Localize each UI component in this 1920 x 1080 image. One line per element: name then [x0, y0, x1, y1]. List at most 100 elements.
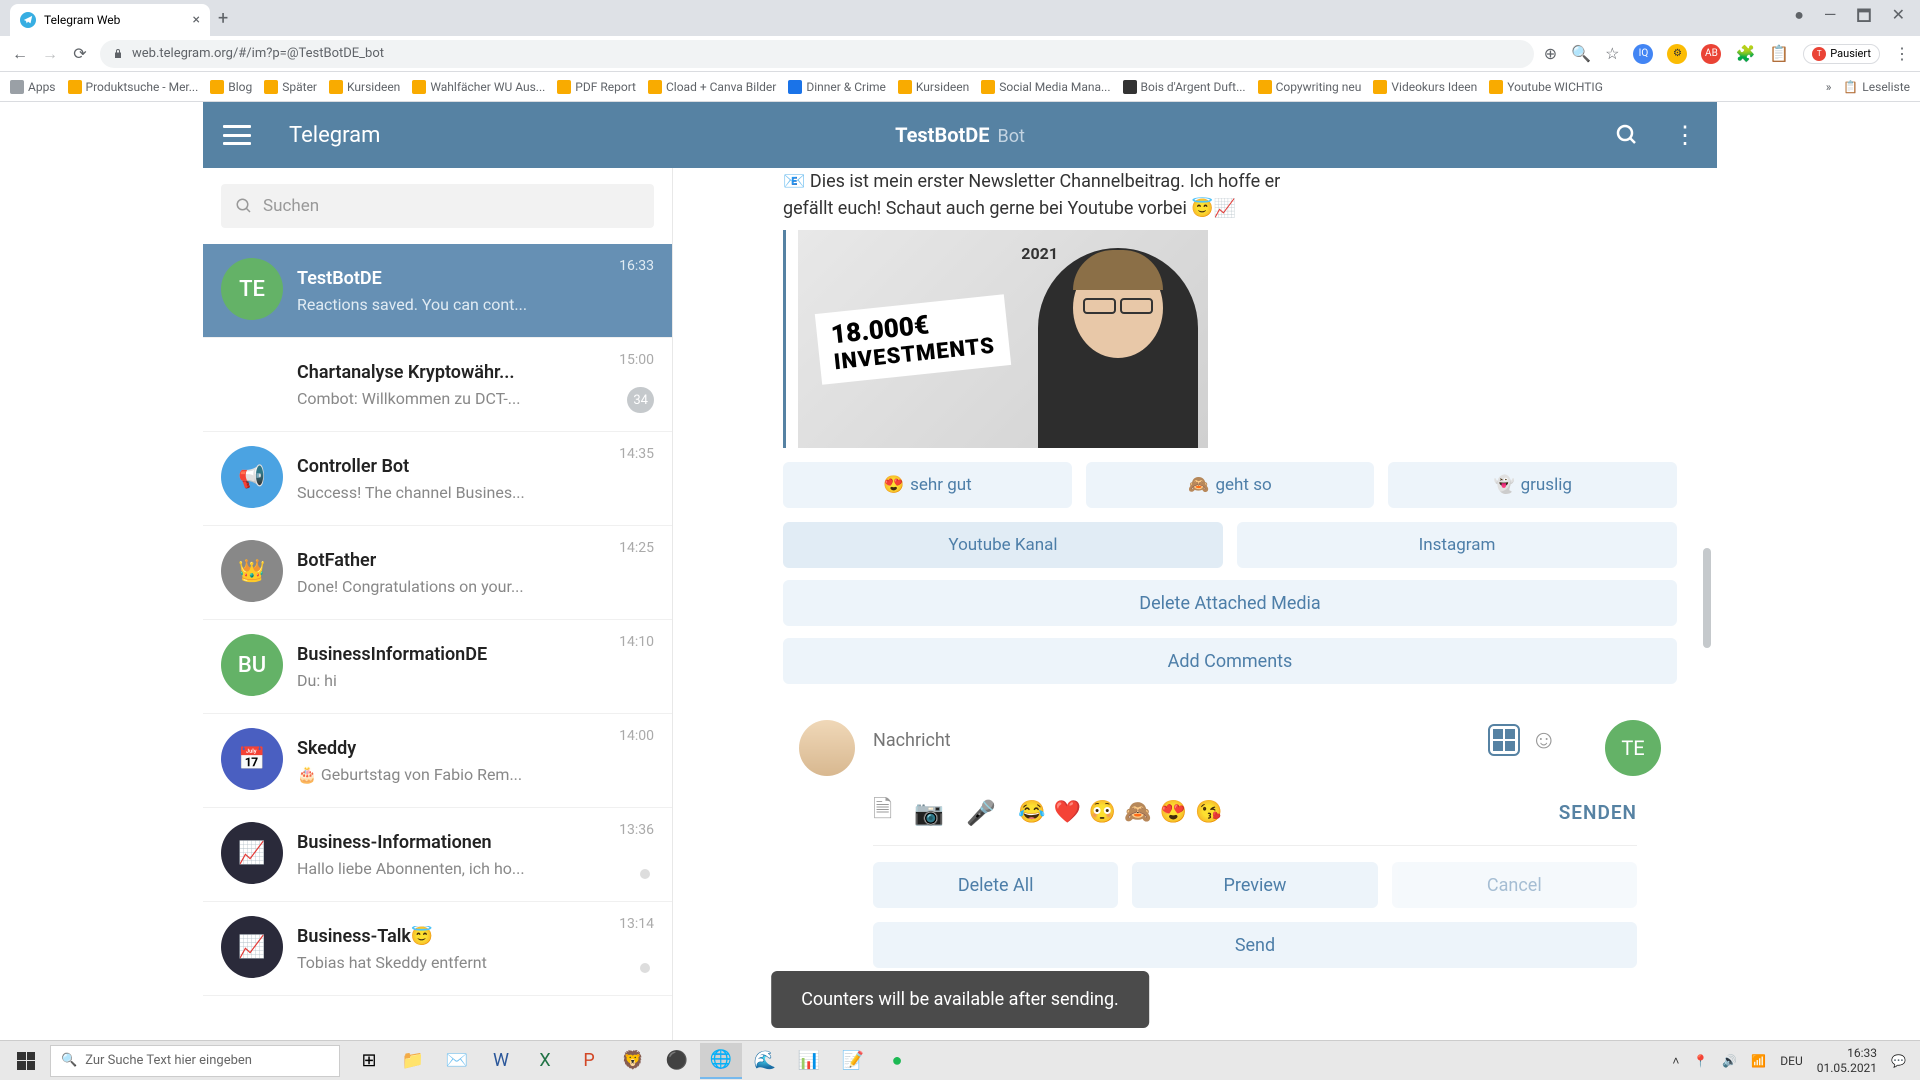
attach-file-icon[interactable]: 🗎	[873, 792, 892, 833]
excel-icon[interactable]: X	[524, 1043, 566, 1079]
chat-list-item[interactable]: BU BusinessInformationDE Du: hi 14:10	[203, 620, 672, 714]
quick-emoji[interactable]: 😂	[1018, 800, 1045, 825]
chat-list-item[interactable]: 📅 Skeddy 🎂 Geburtstag von Fabio Rem... 1…	[203, 714, 672, 808]
chat-list-item[interactable]: 📢 Controller Bot Success! The channel Bu…	[203, 432, 672, 526]
edge-icon[interactable]: 🌊	[744, 1043, 786, 1079]
location-icon[interactable]: 📍	[1693, 1054, 1708, 1068]
extensions-icon[interactable]: 🧩	[1735, 44, 1755, 63]
taskbar-search[interactable]: 🔍 Zur Suche Text hier eingeben	[50, 1045, 340, 1077]
delete-media-button[interactable]: Delete Attached Media	[783, 580, 1677, 626]
extension-icon[interactable]: ⚙	[1667, 44, 1687, 64]
account-icon[interactable]: ●	[1794, 5, 1804, 32]
extension-icon[interactable]: IQ	[1633, 44, 1653, 64]
quick-emoji[interactable]: 😍	[1160, 800, 1187, 825]
back-button[interactable]: ←	[10, 44, 30, 64]
send-button[interactable]: Send	[873, 922, 1637, 968]
bookmark-item[interactable]: Kursideen	[898, 80, 969, 94]
close-icon[interactable]: ×	[193, 12, 200, 28]
profile-paused[interactable]: T Pausiert	[1803, 44, 1880, 64]
chrome-icon[interactable]: 🌐	[700, 1043, 742, 1079]
add-comments-button[interactable]: Add Comments	[783, 638, 1677, 684]
reaction-button[interactable]: 😍sehr gut	[783, 462, 1072, 508]
bookmark-item[interactable]: Produktsuche - Mer...	[68, 80, 199, 94]
search-input[interactable]: Suchen	[221, 184, 654, 228]
notepad-icon[interactable]: 📝	[832, 1043, 874, 1079]
brave-icon[interactable]: 🦁	[612, 1043, 654, 1079]
preview-button[interactable]: Preview	[1132, 862, 1377, 908]
bookmark-item[interactable]: Kursideen	[329, 80, 400, 94]
menu-icon[interactable]: ⋮	[1894, 44, 1910, 63]
quick-emoji[interactable]: ❤️	[1053, 800, 1080, 825]
install-icon[interactable]: ⊕	[1544, 44, 1557, 63]
notification-icon[interactable]: 💬	[1891, 1054, 1906, 1068]
quick-emoji[interactable]: 😳	[1089, 800, 1116, 825]
cancel-button[interactable]: Cancel	[1392, 862, 1637, 908]
volume-icon[interactable]: 🔊	[1722, 1054, 1737, 1068]
mail-icon[interactable]: ✉️	[436, 1043, 478, 1079]
bookmark-item[interactable]: Bois d'Argent Duft...	[1123, 80, 1246, 94]
emoji-picker-icon[interactable]: ☺	[1530, 724, 1557, 756]
kebab-menu-icon[interactable]: ⋮	[1673, 121, 1697, 149]
unread-dot	[640, 963, 650, 973]
bookmark-item[interactable]: Später	[264, 80, 317, 94]
maximize-icon[interactable]: 🗖	[1856, 5, 1871, 32]
chat-list-item[interactable]: 👑 BotFather Done! Congratulations on you…	[203, 526, 672, 620]
clock[interactable]: 16:33 01.05.2021	[1817, 1046, 1877, 1075]
search-icon[interactable]	[1615, 123, 1639, 147]
tray-chevron-icon[interactable]: ˄	[1672, 1054, 1679, 1068]
powerpoint-icon[interactable]: P	[568, 1043, 610, 1079]
bookmark-star-icon[interactable]: ☆	[1605, 44, 1619, 63]
reaction-button[interactable]: 👻gruslig	[1388, 462, 1677, 508]
apps-button[interactable]: Apps	[10, 80, 56, 94]
chat-list-item[interactable]: 📈 Business-Informationen Hallo liebe Abo…	[203, 808, 672, 902]
link-button[interactable]: Youtube Kanal	[783, 522, 1223, 568]
wifi-icon[interactable]: 📶	[1751, 1054, 1766, 1068]
reaction-button[interactable]: 🙈geht so	[1086, 462, 1375, 508]
new-tab-button[interactable]: +	[218, 8, 228, 29]
reload-button[interactable]: ⟳	[70, 44, 90, 64]
close-window-icon[interactable]: ✕	[1892, 5, 1905, 32]
extension-icon[interactable]: AB	[1701, 44, 1721, 64]
minimize-icon[interactable]: —	[1824, 5, 1837, 32]
bookmark-item[interactable]: Social Media Mana...	[981, 80, 1110, 94]
bookmark-item[interactable]: Dinner & Crime	[788, 80, 886, 94]
message-input[interactable]	[873, 730, 1476, 751]
task-view-icon[interactable]: ⊞	[348, 1043, 390, 1079]
browser-tab[interactable]: Telegram Web ×	[10, 4, 210, 36]
url-input[interactable]: web.telegram.org/#/im?p=@TestBotDE_bot	[100, 40, 1534, 68]
keyboard-icon[interactable]	[1488, 724, 1520, 756]
app-icon[interactable]: 📊	[788, 1043, 830, 1079]
quick-emoji[interactable]: 😘	[1195, 800, 1222, 825]
chat-list-item[interactable]: ₿ Chartanalyse Kryptowähr... Combot: Wil…	[203, 338, 672, 432]
bookmark-item[interactable]: Wahlfächer WU Aus...	[412, 80, 545, 94]
link-button[interactable]: Instagram	[1237, 522, 1677, 568]
word-icon[interactable]: W	[480, 1043, 522, 1079]
start-button[interactable]	[4, 1043, 48, 1079]
chat-header-title[interactable]: TestBotDE Bot	[895, 123, 1025, 147]
bookmark-item[interactable]: Youtube WICHTIG	[1489, 80, 1603, 94]
delete-all-button[interactable]: Delete All	[873, 862, 1118, 908]
camera-icon[interactable]: 📷	[914, 799, 944, 827]
bookmark-item[interactable]: Blog	[210, 80, 252, 94]
hamburger-menu-icon[interactable]	[223, 125, 251, 145]
media-preview[interactable]: 18.000€ INVESTMENTS 2021	[783, 230, 1677, 448]
language-indicator[interactable]: DEU	[1780, 1054, 1802, 1068]
quick-emoji[interactable]: 🙈	[1124, 800, 1151, 825]
microphone-icon[interactable]: 🎤	[966, 799, 996, 827]
bookmark-item[interactable]: Copywriting neu	[1258, 80, 1362, 94]
bookmarks-overflow[interactable]: »	[1826, 80, 1832, 94]
chat-list-item[interactable]: TE TestBotDE Reactions saved. You can co…	[203, 244, 672, 338]
explorer-icon[interactable]: 📁	[392, 1043, 434, 1079]
chat-list-item[interactable]: 📈 Business-Talk😇 Tobias hat Skeddy entfe…	[203, 902, 672, 996]
forward-button[interactable]: →	[40, 44, 60, 64]
bookmark-item[interactable]: Cload + Canva Bilder	[648, 80, 776, 94]
scrollbar[interactable]	[1703, 548, 1711, 648]
obs-icon[interactable]: ⚫	[656, 1043, 698, 1079]
reading-list-button[interactable]: 📋 Leseliste	[1843, 80, 1910, 94]
reading-list-icon[interactable]: 📋	[1769, 44, 1789, 63]
spotify-icon[interactable]: ●	[876, 1043, 918, 1079]
send-button[interactable]: SENDEN	[1559, 801, 1637, 824]
bookmark-item[interactable]: PDF Report	[557, 80, 636, 94]
zoom-icon[interactable]: 🔍	[1571, 44, 1591, 63]
bookmark-item[interactable]: Videokurs Ideen	[1373, 80, 1477, 94]
